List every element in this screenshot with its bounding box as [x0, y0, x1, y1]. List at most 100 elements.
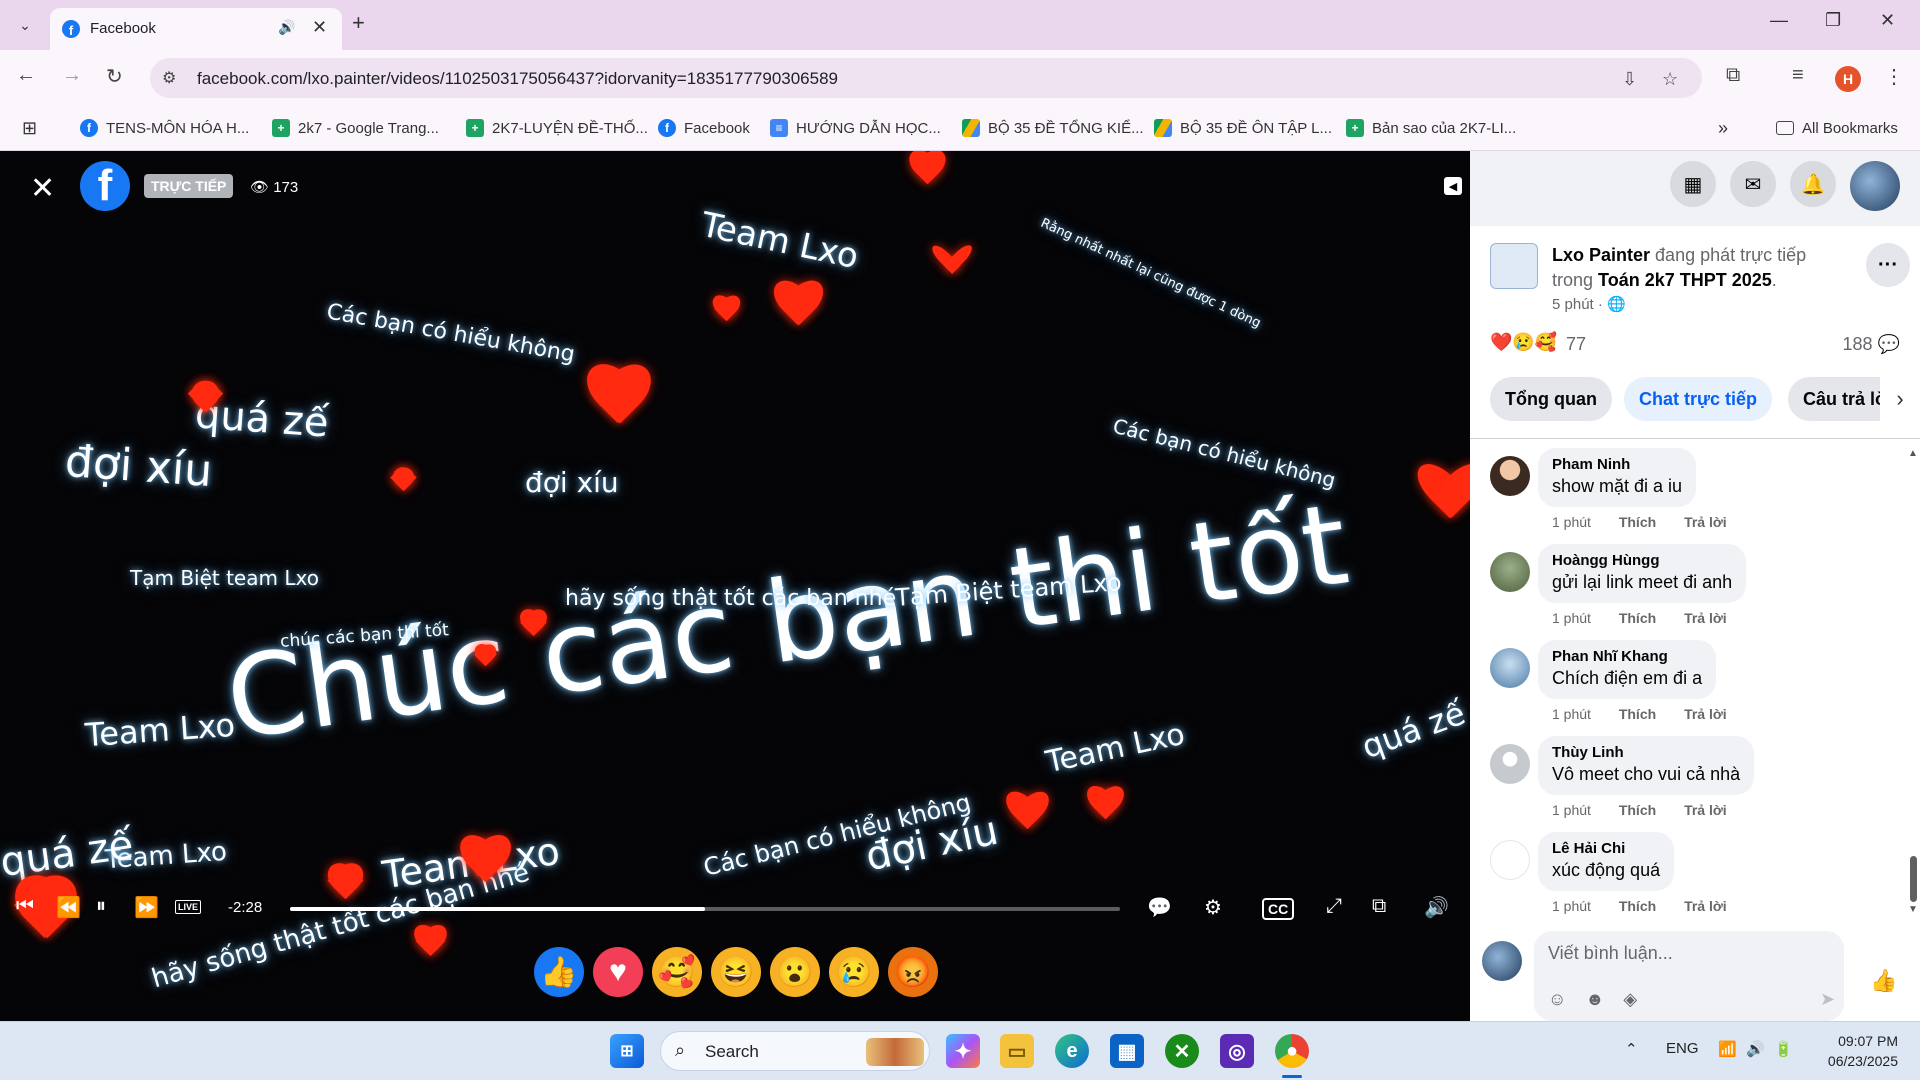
reload-icon[interactable]: ↻ — [106, 64, 123, 89]
forward-icon[interactable]: → — [62, 64, 82, 87]
taskbar-search[interactable]: ⌕ Search — [660, 1031, 930, 1071]
commenter-avatar[interactable] — [1490, 552, 1530, 592]
comment-input[interactable]: Viết bình luận... ☺ ☻ ◈ ➤ — [1534, 931, 1844, 1021]
comment-time[interactable]: 1 phút — [1552, 610, 1591, 626]
group-name[interactable]: Toán 2k7 THPT 2025 — [1598, 270, 1772, 290]
reply-comment-button[interactable]: Trả lời — [1684, 610, 1727, 626]
tray-chevron-icon[interactable]: ⌃ — [1625, 1040, 1638, 1058]
account-avatar[interactable] — [1850, 161, 1900, 211]
bookmark-item[interactable]: ≡ HƯỚNG DẪN HỌC... — [770, 116, 941, 140]
close-tab-icon[interactable]: ✕ — [312, 17, 327, 38]
rewind-icon[interactable]: ⏪ — [56, 895, 81, 920]
microsoft-store-icon[interactable]: ▦ — [1110, 1034, 1144, 1068]
more-options-button[interactable]: ··· — [1866, 243, 1910, 287]
reply-comment-button[interactable]: Trả lời — [1684, 898, 1727, 914]
reply-comment-button[interactable]: Trả lời — [1684, 802, 1727, 818]
commenter-avatar[interactable] — [1490, 456, 1530, 496]
group-avatar[interactable] — [1490, 243, 1538, 289]
commenter-name[interactable]: Phan Nhĩ Khang — [1552, 648, 1702, 665]
chrome-icon[interactable]: ● — [1275, 1034, 1309, 1068]
wifi-icon[interactable]: 📶 — [1718, 1040, 1737, 1058]
emoji-icon[interactable]: ☻ — [1585, 989, 1604, 1009]
like-reaction-icon[interactable]: 👍 — [534, 947, 584, 997]
bookmark-item[interactable]: + 2k7 - Google Trang... — [272, 116, 439, 140]
bookmark-item[interactable]: f TENS-MÔN HÓA H... — [80, 116, 249, 140]
active-tab[interactable]: f Facebook 🔊 ✕ — [50, 8, 342, 50]
bookmark-item[interactable]: BỘ 35 ĐỀ TỔNG KIỂ... — [962, 116, 1144, 140]
reaction-count[interactable]: 77 — [1566, 334, 1586, 355]
volume-tray-icon[interactable]: 🔊 — [1746, 1040, 1765, 1058]
menu-grid-icon[interactable]: ▦ — [1670, 161, 1716, 207]
send-icon[interactable]: ➤ — [1820, 989, 1835, 1010]
commenter-name[interactable]: Thùy Linh — [1552, 744, 1740, 761]
bookmark-item[interactable]: + Bản sao của 2K7-LI... — [1346, 116, 1516, 140]
reply-comment-button[interactable]: Trả lời — [1684, 706, 1727, 722]
close-window-button[interactable]: ✕ — [1880, 10, 1895, 31]
sad-reaction-icon[interactable]: 😢 — [829, 947, 879, 997]
language-indicator[interactable]: ENG — [1666, 1040, 1699, 1057]
comment-time[interactable]: 1 phút — [1552, 898, 1591, 914]
post-time[interactable]: 5 phút — [1552, 296, 1594, 313]
chevron-right-icon[interactable]: › — [1880, 377, 1920, 421]
like-comment-button[interactable]: Thích — [1619, 898, 1656, 914]
reaction-summary-icons[interactable]: ❤️😢🥰 — [1490, 332, 1557, 353]
battery-icon[interactable]: 🔋 — [1774, 1040, 1793, 1058]
more-bookmarks-icon[interactable]: » — [1718, 116, 1728, 140]
like-comment-button[interactable]: Thích — [1619, 514, 1656, 530]
pause-icon[interactable]: ⏸ — [96, 895, 106, 918]
minimize-button[interactable]: — — [1770, 10, 1788, 31]
tab-search-button[interactable]: ⌄ — [12, 12, 38, 38]
system-clock[interactable]: 09:07 PM 06/23/2025 — [1818, 1031, 1898, 1071]
commenter-name[interactable]: Pham Ninh — [1552, 456, 1682, 473]
live-video-player[interactable]: Chúc các bạn thi tốt Team Lxo Các bạn có… — [0, 151, 1470, 1021]
scroll-up-icon[interactable]: ▲ — [1908, 448, 1918, 459]
commenter-name[interactable]: Lê Hải Chi — [1552, 840, 1660, 857]
love-reaction-icon[interactable]: ♥ — [593, 947, 643, 997]
picture-in-picture-icon[interactable]: ⧉ — [1372, 895, 1386, 918]
volume-icon[interactable]: 🔊 — [1424, 895, 1449, 920]
facebook-logo[interactable]: f — [80, 161, 130, 211]
care-reaction-icon[interactable]: 🥰 — [652, 947, 702, 997]
collapse-sidebar-icon[interactable]: ◀ — [1444, 177, 1462, 195]
extensions-icon[interactable]: ⧉ — [1726, 64, 1740, 87]
bookmark-item[interactable]: + 2K7-LUYỆN ĐỀ-THỐ... — [466, 116, 648, 140]
site-info-icon[interactable]: ⚙ — [162, 68, 176, 88]
angry-reaction-icon[interactable]: 😡 — [888, 947, 938, 997]
poster-name[interactable]: Lxo Painter — [1552, 245, 1650, 265]
restore-button[interactable]: ❐ — [1825, 10, 1841, 31]
fast-forward-icon[interactable]: ⏩ — [134, 895, 159, 920]
copilot-icon[interactable]: ✦ — [946, 1034, 980, 1068]
cc-icon[interactable]: CC — [1262, 898, 1295, 920]
captions-chat-icon[interactable]: 💬 — [1147, 895, 1172, 920]
skip-back-icon[interactable]: ⏮ — [16, 895, 34, 918]
menu-icon[interactable]: ⋮ — [1884, 64, 1904, 89]
close-video-icon[interactable]: ✕ — [30, 171, 55, 206]
fullscreen-icon[interactable]: ⤢ — [1326, 895, 1342, 918]
tab-overview[interactable]: Tổng quan — [1490, 377, 1612, 421]
commenter-avatar[interactable] — [1490, 744, 1530, 784]
comment-scrollbar[interactable]: ▲ ▼ — [1906, 446, 1920, 921]
comment-count[interactable]: 188 💬 — [1843, 334, 1900, 355]
like-comment-button[interactable]: Thích — [1619, 706, 1656, 722]
install-app-icon[interactable]: ⇩ — [1622, 69, 1637, 90]
address-bar[interactable]: ⚙ facebook.com/lxo.painter/videos/110250… — [150, 58, 1702, 98]
commenter-avatar[interactable] — [1490, 840, 1530, 880]
progress-bar[interactable] — [290, 907, 1120, 911]
commenter-name[interactable]: Hoàngg Hùngg — [1552, 552, 1732, 569]
wow-reaction-icon[interactable]: 😮 — [770, 947, 820, 997]
bookmark-item[interactable]: f Facebook — [658, 116, 750, 140]
like-icon[interactable]: 👍 — [1864, 961, 1904, 1001]
bookmark-item[interactable]: BỘ 35 ĐỀ ÔN TẬP L... — [1154, 116, 1332, 140]
avatar-sticker-icon[interactable]: ☺ — [1548, 989, 1566, 1009]
bookmark-star-icon[interactable]: ☆ — [1662, 69, 1678, 90]
url-text[interactable]: facebook.com/lxo.painter/videos/11025031… — [197, 69, 838, 89]
messenger-icon[interactable]: ✉ — [1730, 161, 1776, 207]
clipchamp-icon[interactable]: ◎ — [1220, 1034, 1254, 1068]
comment-time[interactable]: 1 phút — [1552, 514, 1591, 530]
apps-icon[interactable]: ⊞ — [22, 116, 37, 140]
comment-time[interactable]: 1 phút — [1552, 706, 1591, 722]
comment-time[interactable]: 1 phút — [1552, 802, 1591, 818]
profile-avatar[interactable]: H — [1835, 66, 1861, 92]
new-tab-button[interactable]: + — [352, 10, 365, 36]
notifications-bell-icon[interactable]: 🔔 — [1790, 161, 1836, 207]
